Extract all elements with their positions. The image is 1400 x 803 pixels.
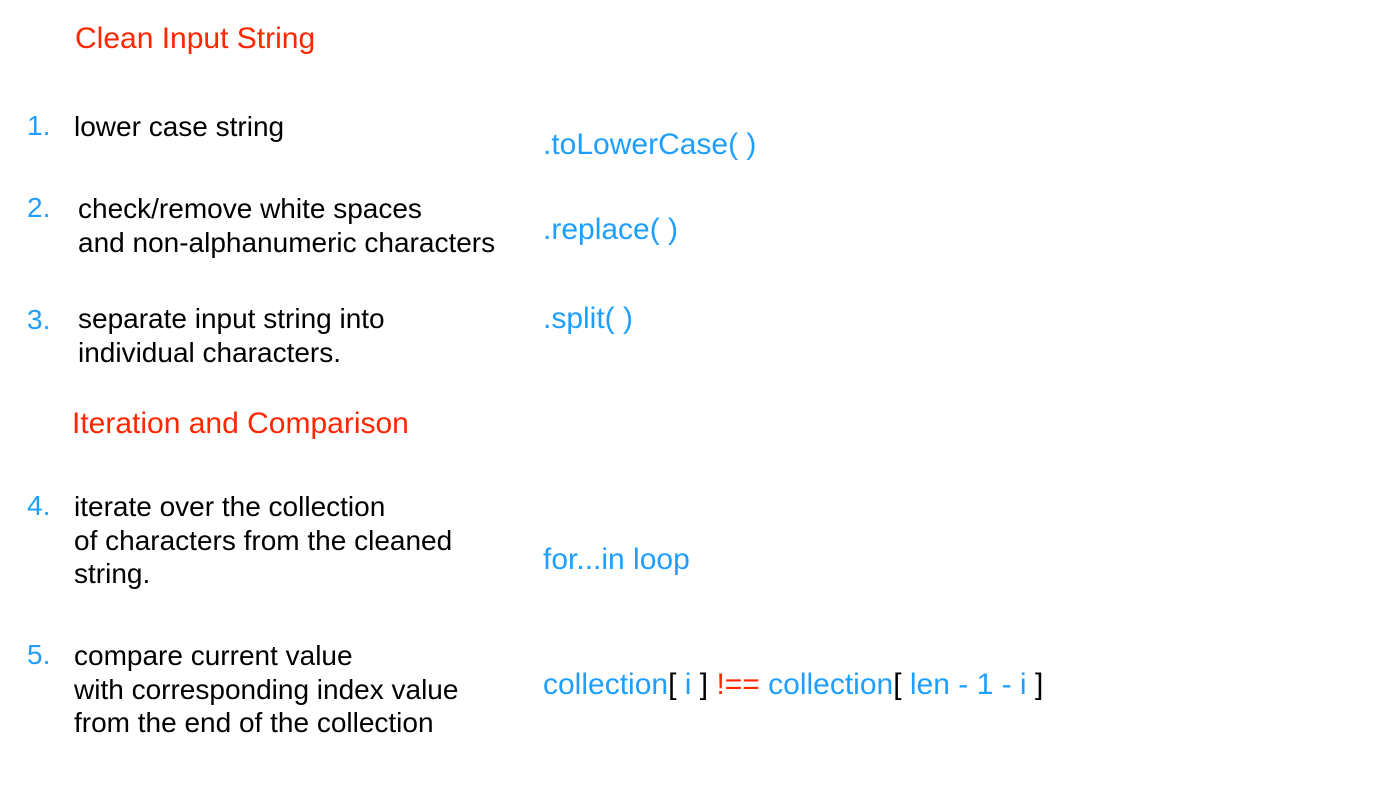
step-4-code: for...in loop (543, 543, 690, 577)
step-5-code: collection[ i ] !== collection[ len - 1 … (543, 668, 1043, 702)
step-4-description: iterate over the collection of character… (74, 490, 452, 591)
step-3-number: 3. (27, 304, 50, 336)
code-token: collection (760, 668, 893, 701)
code-token: ] (691, 668, 716, 701)
step-2-description: check/remove white spaces and non-alphan… (78, 192, 495, 259)
step-3-description: separate input string into individual ch… (78, 302, 385, 369)
step-5-number: 5. (27, 639, 50, 671)
step-1-code: .toLowerCase( ) (543, 128, 756, 162)
step-2-code: .replace( ) (543, 213, 678, 247)
step-2-number: 2. (27, 192, 50, 224)
step-5-description: compare current value with corresponding… (74, 639, 458, 740)
code-token: [ (893, 668, 910, 701)
step-3-code: .split( ) (543, 302, 633, 336)
step-1-number: 1. (27, 110, 50, 142)
step-4-number: 4. (27, 490, 50, 522)
code-token: [ (668, 668, 685, 701)
code-token: !== (716, 668, 759, 701)
code-token: collection (543, 668, 668, 701)
section-heading-2: Iteration and Comparison (72, 407, 409, 441)
step-1-description: lower case string (74, 110, 284, 144)
code-token: len - 1 - i (910, 668, 1027, 701)
section-heading-1: Clean Input String (75, 22, 315, 56)
code-token: ] (1027, 668, 1044, 701)
